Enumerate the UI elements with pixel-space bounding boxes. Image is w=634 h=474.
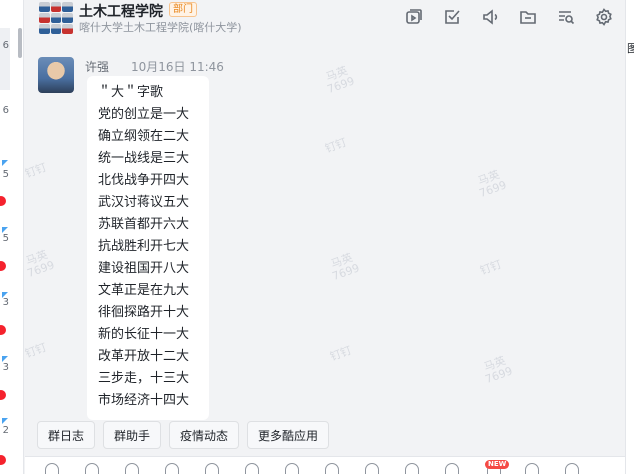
epidemic-updates-button[interactable]: 疫情动态 [169,421,240,449]
unread-count: 6 [2,40,9,51]
watermark: 钉钉 [323,135,349,156]
watermark: 钉钉 [328,343,354,364]
more-icon[interactable] [525,463,539,474]
watermark: 钉钉 [23,160,49,181]
group-title[interactable]: 土木工程学院 [79,1,163,21]
sender-name[interactable]: 许强 [85,58,109,75]
phone-icon[interactable] [445,463,459,474]
document-icon[interactable] [245,463,259,474]
settings-icon[interactable] [585,7,623,27]
message-line: 建设祖国开八大 [98,261,190,276]
chat-header: 土木工程学院 部门 喀什大学土木工程学院(喀什大学) [25,0,625,38]
more-apps-button[interactable]: 更多酷应用 [247,421,330,449]
expand-icon[interactable] [565,463,579,474]
unread-dot-icon [0,390,6,400]
unread-dot-icon [0,196,6,206]
video-call-icon[interactable] [405,463,419,474]
unread-count: 5 [2,233,9,244]
clock-icon[interactable] [165,463,179,474]
department-tag: 部门 [169,2,197,17]
pin-flag-icon [2,418,8,424]
new-badge: NEW [485,460,510,469]
watermark: 钉钉 [478,257,504,278]
message-line: ＂大＂字歌 [98,85,164,100]
header-toolbar [395,7,623,27]
announcement-icon[interactable] [471,7,509,27]
right-panel-edge: 图 [625,0,634,474]
message-line: 市场经济十四大 [98,393,190,408]
folder-icon[interactable] [509,7,547,27]
message-line: 徘徊探路开十大 [98,305,190,320]
group-assistant-button[interactable]: 群助手 [103,421,162,449]
watermark: 马英 7699 [329,251,362,284]
search-history-icon[interactable] [547,7,585,27]
group-avatar[interactable] [39,2,73,34]
message-line: 改革开放十二大 [98,349,190,364]
message-line: 三步走，十三大 [98,371,190,386]
emoji-icon[interactable] [45,463,59,474]
watermark: 马英 7699 [24,248,57,281]
sender-avatar[interactable] [38,57,74,93]
message-line: 党的创立是一大 [98,107,190,122]
unread-dot-icon [0,455,6,465]
image-icon[interactable] [125,463,139,474]
group-subtitle: 喀什大学土木工程学院(喀什大学) [79,21,242,34]
unread-count: 3 [2,297,9,308]
conversation-list-strip[interactable]: 6 6 5 5 3 3 2 [0,0,24,474]
selected-conversation-highlight [0,28,10,90]
chat-panel: 土木工程学院 部门 喀什大学土木工程学院(喀什大学) 马英 7699 钉钉 钉钉… [23,0,625,474]
message-bubble[interactable]: ＂大＂字歌 党的创立是一大 确立纲领在二大 统一战线是三大 北伐战争开四大 武汉… [87,76,209,420]
input-toolbar [25,456,625,474]
message-line: 苏联首都开六大 [98,217,190,232]
watermark: 马英 7699 [476,168,509,201]
message-line: 武汉讨蒋议五大 [98,195,190,210]
message-line: 新的长征十一大 [98,327,190,342]
message-line: 确立纲领在二大 [98,129,190,144]
unread-count: 3 [2,362,9,373]
message-line: 北伐战争开四大 [98,173,190,188]
right-panel-label: 图 [627,42,634,55]
mention-icon[interactable] [85,463,99,474]
unread-dot-icon [0,261,6,271]
list-scrollbar[interactable] [18,28,22,58]
file-icon[interactable] [205,463,219,474]
watermark: 马英 7699 [482,354,515,387]
task-icon[interactable] [433,7,471,27]
pin-flag-icon [2,160,8,166]
calendar-icon[interactable] [325,463,339,474]
message-line: 抗战胜利开七大 [98,239,190,254]
message-time: 10月16日 11:46 [131,60,224,74]
watermark: 马英 7699 [324,64,357,97]
watermark: 钉钉 [23,340,49,361]
quick-actions: 群日志 群助手 疫情动态 更多酷应用 [37,421,330,449]
task-icon[interactable] [365,463,379,474]
message-line: 文革正是在九大 [98,283,190,298]
unread-count: 6 [2,105,9,116]
unread-count: 2 [2,425,9,436]
group-log-button[interactable]: 群日志 [37,421,96,449]
message-line: 统一战线是三大 [98,151,190,166]
unread-dot-icon [0,325,6,335]
folder-icon[interactable] [285,463,299,474]
unread-count: 5 [2,169,9,180]
video-icon[interactable] [395,7,433,27]
